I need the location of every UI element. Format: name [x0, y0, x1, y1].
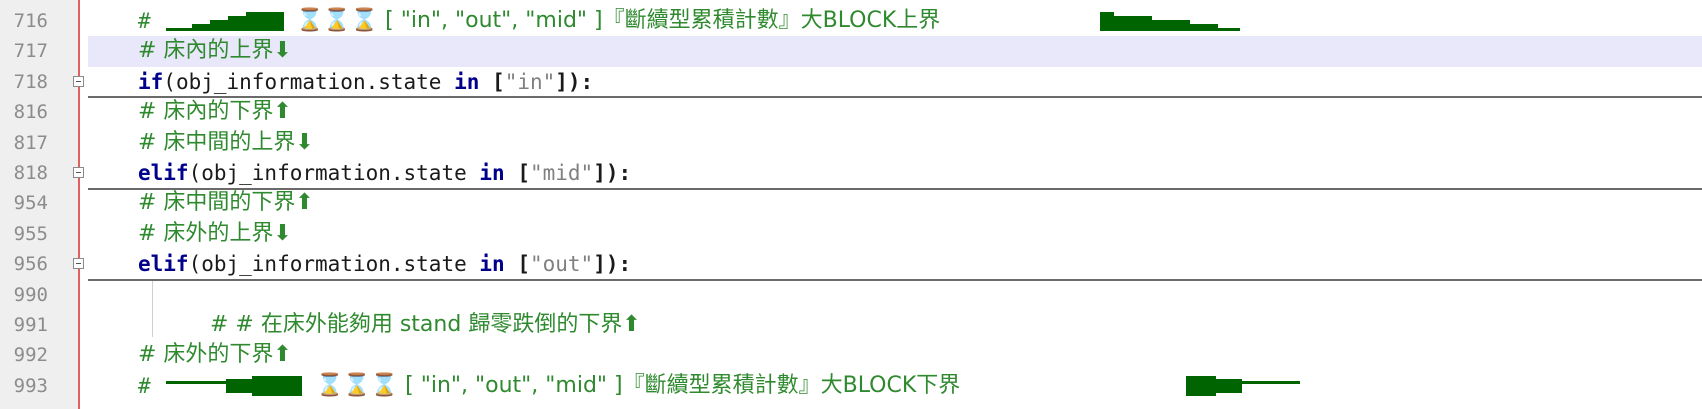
code-line-991[interactable]: 991 # # 在床外能夠用 stand 歸零跌倒的下界⬆ — [0, 310, 1702, 340]
code-line-993[interactable]: 993 # ⌛⌛⌛ [ "in", "out", "mid" ]『斷續型累積計數… — [0, 371, 1702, 401]
fold-toggle-button[interactable] — [73, 258, 84, 270]
line-number: 817 — [13, 131, 48, 154]
code-line-818[interactable]: 818 elif(obj_information.state in ["mid"… — [0, 158, 1702, 188]
decorative-bar-right-icon — [1100, 12, 1240, 31]
code-statement: if(obj_information.state in ["in"]): — [138, 67, 593, 97]
code-expression: (obj_information.state — [188, 161, 480, 185]
line-number: 993 — [13, 374, 48, 397]
keyword: elif — [138, 252, 189, 277]
bracket-close: ]): — [593, 161, 632, 185]
keyword-in: in — [479, 161, 505, 185]
code-line-817[interactable]: 817 # 床中間的上界⬇ — [0, 128, 1702, 158]
decorative-bar-right-icon — [1186, 375, 1300, 396]
string-literal: "mid" — [529, 161, 594, 185]
comment-text: # # 在床外能夠用 stand 歸零跌倒的下界⬆ — [210, 312, 641, 337]
code-line-955[interactable]: 955 # 床外的上界⬇ — [0, 219, 1702, 249]
comment-text: # 床中間的下界⬆ — [138, 190, 314, 216]
decorative-bar-left-icon — [166, 12, 284, 31]
code-line-716[interactable]: 716 # ⌛⌛⌛ [ "in", "out", "mid" ]『斷續型累積計數… — [0, 6, 1702, 36]
line-number: 991 — [13, 314, 48, 336]
code-line-718[interactable]: 718 if(obj_information.state in ["in"]): — [0, 67, 1702, 97]
comment-text: # 床中間的上界⬇ — [138, 129, 314, 155]
bracket-close: ]): — [555, 69, 594, 94]
bracket-close: ]): — [593, 252, 632, 277]
code-line-816[interactable]: 816 # 床內的下界⬆ — [0, 97, 1702, 127]
code-editor[interactable]: 716 # ⌛⌛⌛ [ "in", "out", "mid" ]『斷續型累積計數… — [0, 0, 1702, 409]
code-statement: elif(obj_information.state in ["mid"]): — [138, 158, 631, 188]
code-statement: elif(obj_information.state in ["out"]): — [138, 249, 631, 279]
code-expression: (obj_information.state — [188, 252, 480, 277]
line-number: 956 — [13, 253, 48, 276]
code-line-990[interactable]: 990 — [0, 280, 1702, 310]
string-literal: "in" — [504, 69, 556, 94]
code-line-956[interactable]: 956 elif(obj_information.state in ["out"… — [0, 249, 1702, 279]
keyword: if — [138, 69, 164, 94]
comment-text: # 床外的上界⬇ — [138, 220, 292, 246]
comment-text: ⌛⌛⌛ [ "in", "out", "mid" ]『斷續型累積計數』大BLOC… — [316, 372, 961, 398]
code-line-992[interactable]: 992 # 床外的下界⬆ — [0, 340, 1702, 370]
comment-text: # 床外的下界⬆ — [138, 342, 292, 368]
line-number: 717 — [13, 40, 48, 63]
line-number: 818 — [13, 162, 48, 184]
line-number: 955 — [13, 222, 48, 245]
fold-toggle-button[interactable] — [73, 75, 84, 87]
code-line-717[interactable]: 717 # 床內的上界⬇ — [0, 36, 1702, 67]
comment-hash: # — [138, 9, 151, 33]
line-number: 990 — [13, 283, 48, 306]
code-line-954[interactable]: 954 # 床中間的下界⬆ — [0, 188, 1702, 218]
line-number: 992 — [13, 344, 48, 367]
comment-hash: # — [138, 373, 151, 398]
keyword-in: in — [479, 252, 505, 277]
code-expression: (obj_information.state — [163, 69, 455, 94]
comment-text: # 床內的上界⬇ — [138, 38, 292, 64]
string-literal: "out" — [529, 252, 594, 277]
line-number: 716 — [13, 10, 48, 32]
keyword-in: in — [454, 69, 480, 94]
line-number: 816 — [13, 101, 48, 124]
comment-text: ⌛⌛⌛ [ "in", "out", "mid" ]『斷續型累積計數』大BLOC… — [296, 8, 941, 33]
bracket-open: [ — [504, 161, 530, 185]
comment-text: # 床內的下界⬆ — [138, 99, 292, 125]
decorative-bar-left-icon — [166, 375, 302, 396]
current-line-highlight — [88, 36, 1702, 67]
fold-toggle-button[interactable] — [73, 167, 84, 178]
line-number: 718 — [13, 70, 48, 93]
line-number: 954 — [13, 192, 48, 215]
keyword: elif — [138, 161, 189, 185]
bracket-open: [ — [504, 252, 530, 277]
bracket-open: [ — [479, 69, 505, 94]
